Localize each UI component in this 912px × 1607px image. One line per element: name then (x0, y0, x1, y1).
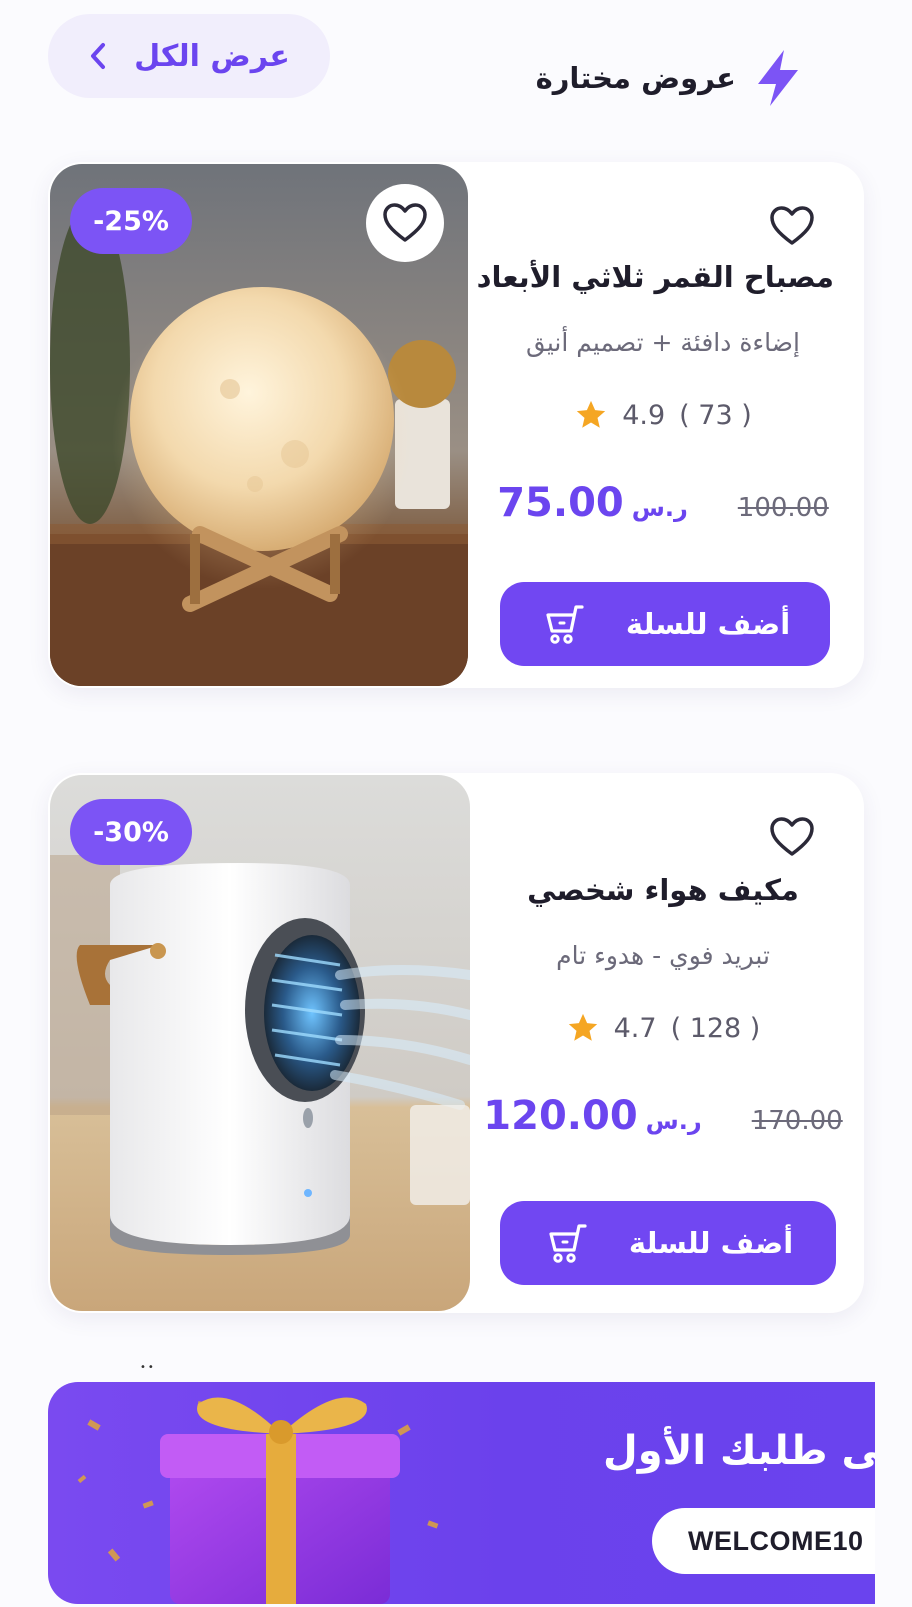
product-image-moon-lamp[interactable]: -25% (50, 164, 468, 686)
shopping-cart-icon (546, 605, 584, 644)
heart-outline-icon (383, 203, 427, 242)
lightning-bolt-icon (758, 50, 798, 106)
current-price: 120.00 ر.س (483, 1093, 701, 1139)
product-card[interactable]: -25% مصباح القمر ثلاثي الأبعاد إضاءة داف… (48, 162, 864, 688)
product-name[interactable]: مصباح القمر ثلاثي الأبعاد (477, 260, 834, 294)
review-count: ( 73 ) (679, 399, 752, 431)
product-card[interactable]: -30% مكيف هواء شخصي تبريد فوي - هدوء تام… (48, 773, 864, 1313)
add-to-cart-button[interactable]: أضف للسلة (500, 1201, 836, 1285)
currency-label: ر.س (645, 1107, 702, 1135)
rating-row: 4.7 ( 128 ) (492, 1011, 834, 1045)
section-header: عروض مختارة (536, 48, 804, 108)
carousel-dots: •• (140, 1362, 156, 1373)
coupon-code-pill[interactable]: WELCOME10 (652, 1508, 875, 1574)
rating-value: 4.9 (622, 399, 666, 431)
add-to-cart-button[interactable]: أضف للسلة (500, 582, 830, 666)
rating-row: 4.9 ( 73 ) (492, 398, 834, 432)
product-subtitle: تبريد فوي - هدوء تام (556, 941, 770, 970)
price-value: 120.00 (483, 1093, 638, 1139)
star-icon (577, 400, 606, 428)
review-count: ( 128 ) (670, 1012, 761, 1044)
product-info: مصباح القمر ثلاثي الأبعاد إضاءة دافئة + … (477, 162, 834, 688)
add-to-cart-label: أضف للسلة (625, 607, 791, 641)
price-row: 120.00 ر.س 170.00 (483, 1093, 842, 1139)
promo-banner[interactable]: لى طلبك الأول WELCOME10 (48, 1382, 875, 1604)
discount-badge: -30% (70, 799, 192, 865)
old-price: 100.00 (737, 493, 829, 523)
shopping-cart-icon (549, 1224, 587, 1263)
favorite-button[interactable] (366, 184, 444, 262)
star-icon (568, 1013, 597, 1041)
price-row: 75.00 ر.س 100.00 (492, 480, 834, 526)
product-image-air-cooler[interactable]: -30% (50, 775, 470, 1311)
chevron-left-icon (91, 43, 106, 69)
product-subtitle: إضاءة دافئة + تصميم أنيق (526, 328, 800, 357)
view-all-label: عرض الكل (134, 38, 290, 74)
product-name[interactable]: مكيف هواء شخصي (492, 873, 834, 907)
add-to-cart-label: أضف للسلة (628, 1226, 794, 1260)
view-all-button[interactable]: عرض الكل (48, 14, 330, 98)
section-title: عروض مختارة (535, 61, 736, 95)
gift-box-icon (77, 1397, 439, 1604)
featured-offers-screen: عروض مختارة عرض الكل -25% مصباح القمر ثل… (0, 0, 912, 1607)
discount-badge: -25% (70, 188, 192, 254)
old-price: 170.00 (751, 1106, 843, 1136)
banner-title: لى طلبك الأول (603, 1428, 875, 1474)
rating-value: 4.7 (613, 1012, 657, 1044)
coupon-code: WELCOME10 (688, 1525, 864, 1556)
product-info: مكيف هواء شخصي تبريد فوي - هدوء تام 4.7 … (483, 773, 843, 1313)
current-price: 75.00 ر.س (497, 480, 688, 526)
currency-label: ر.س (631, 494, 688, 522)
price-value: 75.00 (497, 480, 624, 526)
